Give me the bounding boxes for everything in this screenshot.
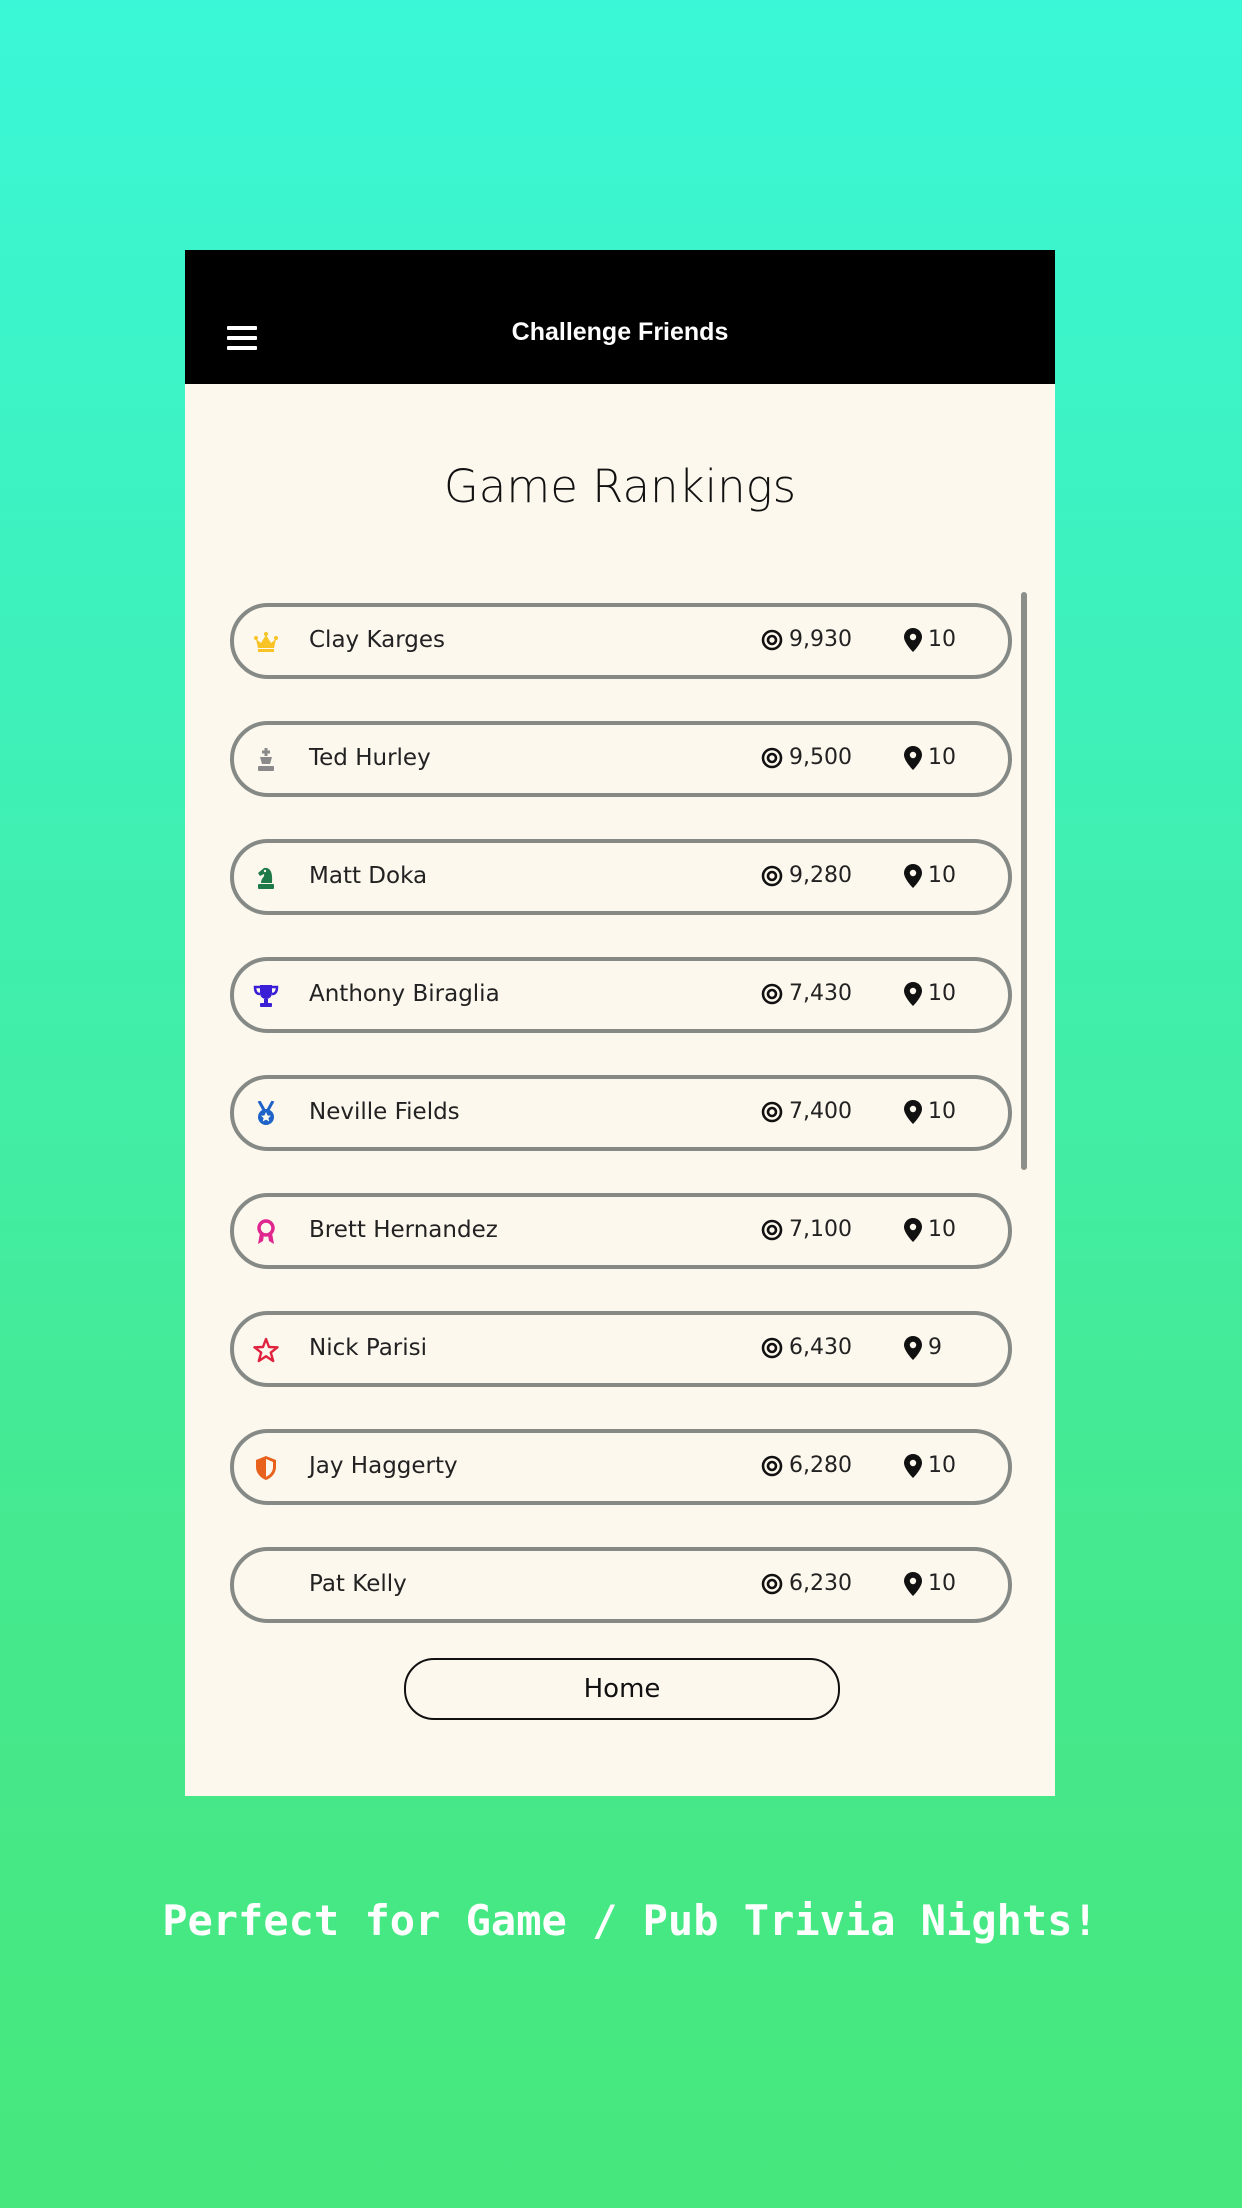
score-value: 9,280 [789, 863, 852, 888]
target-icon [761, 1219, 783, 1241]
home-button[interactable]: Home [404, 1658, 840, 1720]
target-icon [761, 983, 783, 1005]
player-name: Clay Karges [309, 627, 446, 653]
app-bar-title: Challenge Friends [511, 318, 729, 346]
shield-icon [252, 1454, 280, 1482]
level-value: 9 [928, 1335, 942, 1360]
player-score: 6,230 [761, 1571, 852, 1596]
player-level: 10 [904, 1217, 956, 1242]
player-level: 10 [904, 1453, 956, 1478]
player-name: Ted Hurley [309, 745, 431, 771]
target-icon [761, 629, 783, 651]
map-pin-icon [904, 1335, 922, 1360]
map-pin-icon [904, 1217, 922, 1242]
player-level: 9 [904, 1335, 942, 1360]
score-value: 6,230 [789, 1571, 852, 1596]
target-icon [761, 1101, 783, 1123]
player-score: 7,430 [761, 981, 852, 1006]
map-pin-icon [904, 1453, 922, 1478]
player-level: 10 [904, 1099, 956, 1124]
player-level: 10 [904, 745, 956, 770]
level-value: 10 [928, 1099, 956, 1124]
star-outline-icon [252, 1336, 280, 1364]
player-name: Jay Haggerty [309, 1453, 458, 1479]
ranking-row[interactable]: Ted Hurley 9,500 10 [230, 721, 1012, 797]
ribbon-award-icon [252, 1218, 280, 1246]
map-pin-icon [904, 981, 922, 1006]
level-value: 10 [928, 627, 956, 652]
player-level: 10 [904, 1571, 956, 1596]
target-icon [761, 1573, 783, 1595]
score-value: 9,500 [789, 745, 852, 770]
crown-icon [252, 628, 280, 656]
player-name: Pat Kelly [309, 1571, 407, 1597]
player-name: Matt Doka [309, 863, 428, 889]
target-icon [761, 1337, 783, 1359]
badge-placeholder [252, 1572, 280, 1600]
player-name: Neville Fields [309, 1099, 460, 1125]
promo-tagline: Perfect for Game / Pub Trivia Nights! [162, 1896, 1098, 1945]
level-value: 10 [928, 1217, 956, 1242]
app-screen: Challenge Friends Game Rankings Clay Kar… [185, 250, 1055, 1796]
score-value: 6,430 [789, 1335, 852, 1360]
player-level: 10 [904, 863, 956, 888]
medal-icon [252, 1100, 280, 1128]
page-title: Game Rankings [443, 460, 797, 513]
target-icon [761, 1455, 783, 1477]
chess-knight-icon [252, 864, 280, 892]
player-name: Brett Hernandez [309, 1217, 498, 1243]
player-name: Anthony Biraglia [309, 981, 500, 1007]
player-level: 10 [904, 627, 956, 652]
player-score: 6,430 [761, 1335, 852, 1360]
level-value: 10 [928, 863, 956, 888]
level-value: 10 [928, 1453, 956, 1478]
rankings-list[interactable]: Clay Karges 9,930 10 Ted Hurley 9,500 10 Matt … [230, 603, 1012, 1665]
player-score: 7,100 [761, 1217, 852, 1242]
app-bar: Challenge Friends [185, 250, 1055, 384]
map-pin-icon [904, 863, 922, 888]
ranking-row[interactable]: Neville Fields 7,400 10 [230, 1075, 1012, 1151]
target-icon [761, 747, 783, 769]
level-value: 10 [928, 1571, 956, 1596]
chess-king-icon [252, 746, 280, 774]
player-name: Nick Parisi [309, 1335, 428, 1361]
ranking-row[interactable]: Clay Karges 9,930 10 [230, 603, 1012, 679]
map-pin-icon [904, 1099, 922, 1124]
player-level: 10 [904, 981, 956, 1006]
map-pin-icon [904, 1571, 922, 1596]
ranking-row[interactable]: Jay Haggerty 6,280 10 [230, 1429, 1012, 1505]
target-icon [761, 865, 783, 887]
map-pin-icon [904, 745, 922, 770]
score-value: 6,280 [789, 1453, 852, 1478]
trophy-icon [252, 982, 280, 1010]
ranking-row[interactable]: Matt Doka 9,280 10 [230, 839, 1012, 915]
level-value: 10 [928, 981, 956, 1006]
score-value: 7,100 [789, 1217, 852, 1242]
ranking-row[interactable]: Pat Kelly 6,230 10 [230, 1547, 1012, 1623]
ranking-row[interactable]: Nick Parisi 6,430 9 [230, 1311, 1012, 1387]
ranking-row[interactable]: Anthony Biraglia 7,430 10 [230, 957, 1012, 1033]
map-pin-icon [904, 627, 922, 652]
score-value: 7,400 [789, 1099, 852, 1124]
player-score: 9,930 [761, 627, 852, 652]
scrollbar[interactable] [1021, 592, 1027, 1170]
level-value: 10 [928, 745, 956, 770]
score-value: 9,930 [789, 627, 852, 652]
player-score: 7,400 [761, 1099, 852, 1124]
player-score: 6,280 [761, 1453, 852, 1478]
player-score: 9,500 [761, 745, 852, 770]
ranking-row[interactable]: Brett Hernandez 7,100 10 [230, 1193, 1012, 1269]
player-score: 9,280 [761, 863, 852, 888]
score-value: 7,430 [789, 981, 852, 1006]
